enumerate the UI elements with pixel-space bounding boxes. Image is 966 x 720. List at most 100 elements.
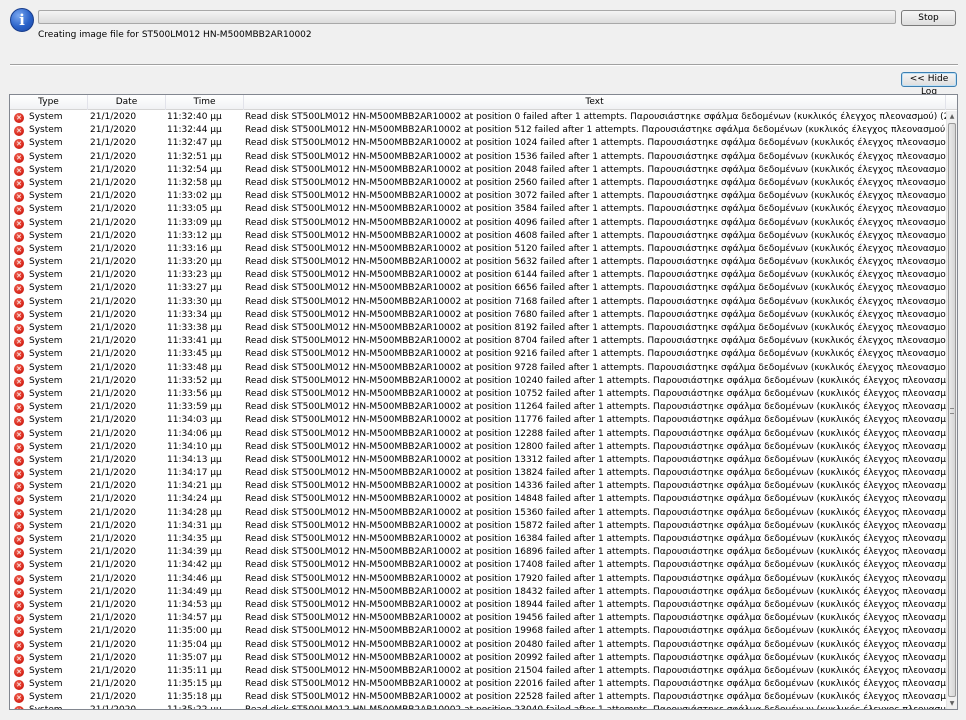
log-cell-text: Read disk ST500LM012 HN-M500MBB2AR10002 …	[245, 112, 946, 122]
error-icon: ✕	[14, 139, 24, 150]
log-row[interactable]: ✕ System 21/1/2020 11:33:20 μμ Read disk ST5…	[10, 256, 946, 269]
log-cell-date: 21/1/2020	[90, 270, 137, 281]
error-icon: ✕	[14, 363, 24, 374]
log-row[interactable]: ✕ System 21/1/2020 11:34:46 μμ Read disk ST5…	[10, 573, 946, 586]
log-cell-type: System	[29, 454, 63, 465]
error-icon: ✕	[14, 614, 24, 625]
log-row[interactable]: ✕ System 21/1/2020 11:34:57 μμ Read disk ST5…	[10, 612, 946, 625]
log-cell-time: 11:35:00 μμ	[167, 626, 222, 637]
log-row[interactable]: ✕ System 21/1/2020 11:32:54 μμ Read disk ST5…	[10, 164, 946, 177]
log-list[interactable]: Type Date Time Text ✕ System 21/1/2020 11:3…	[9, 94, 958, 710]
log-cell-type: System	[29, 626, 63, 637]
stop-button[interactable]: Stop	[901, 10, 956, 26]
log-row[interactable]: ✕ System 21/1/2020 11:33:05 μμ Read disk ST5…	[10, 203, 946, 216]
log-row[interactable]: ✕ System 21/1/2020 11:34:10 μμ Read disk ST5…	[10, 441, 946, 454]
log-row[interactable]: ✕ System 21/1/2020 11:35:22 μμ Read disk ST5…	[10, 704, 946, 709]
log-row[interactable]: ✕ System 21/1/2020 11:34:53 μμ Read disk ST5…	[10, 599, 946, 612]
error-icon: ✕	[14, 482, 24, 493]
log-cell-date: 21/1/2020	[90, 679, 137, 690]
log-cell-text: Read disk ST500LM012 HN-M500MBB2AR10002 …	[245, 415, 946, 426]
log-cell-time: 11:33:16 μμ	[167, 243, 222, 254]
log-row[interactable]: ✕ System 21/1/2020 11:33:56 μμ Read disk ST5…	[10, 388, 946, 401]
error-icon: ✕	[14, 416, 24, 427]
log-cell-date: 21/1/2020	[90, 112, 137, 122]
log-row[interactable]: ✕ System 21/1/2020 11:33:27 μμ Read disk ST5…	[10, 282, 946, 295]
log-cell-text: Read disk ST500LM012 HN-M500MBB2AR10002 …	[245, 204, 946, 215]
log-row[interactable]: ✕ System 21/1/2020 11:33:16 μμ Read disk ST5…	[10, 243, 946, 256]
column-header-text[interactable]: Text	[244, 95, 946, 110]
log-row[interactable]: ✕ System 21/1/2020 11:35:00 μμ Read disk ST5…	[10, 625, 946, 638]
log-row[interactable]: ✕ System 21/1/2020 11:35:04 μμ Read disk ST5…	[10, 639, 946, 652]
log-row[interactable]: ✕ System 21/1/2020 11:32:40 μμ Read disk ST5…	[10, 111, 946, 124]
log-cell-type: System	[29, 362, 63, 373]
log-row[interactable]: ✕ System 21/1/2020 11:33:23 μμ Read disk ST5…	[10, 269, 946, 282]
log-cell-type: System	[29, 520, 63, 531]
log-row[interactable]: ✕ System 21/1/2020 11:35:11 μμ Read disk ST5…	[10, 665, 946, 678]
log-row[interactable]: ✕ System 21/1/2020 11:34:13 μμ Read disk ST5…	[10, 454, 946, 467]
column-header-time[interactable]: Time	[166, 95, 244, 110]
log-cell-date: 21/1/2020	[90, 415, 137, 426]
log-row[interactable]: ✕ System 21/1/2020 11:33:02 μμ Read disk ST5…	[10, 190, 946, 203]
log-row[interactable]: ✕ System 21/1/2020 11:33:09 μμ Read disk ST5…	[10, 217, 946, 230]
log-row[interactable]: ✕ System 21/1/2020 11:33:59 μμ Read disk ST5…	[10, 401, 946, 414]
error-icon: ✕	[14, 535, 24, 545]
log-row[interactable]: ✕ System 21/1/2020 11:34:17 μμ Read disk ST5…	[10, 467, 946, 480]
log-cell-date: 21/1/2020	[90, 204, 137, 215]
log-row[interactable]: ✕ System 21/1/2020 11:33:30 μμ Read disk ST5…	[10, 296, 946, 309]
log-cell-text: Read disk ST500LM012 HN-M500MBB2AR10002 …	[245, 692, 946, 703]
log-row[interactable]: ✕ System 21/1/2020 11:34:31 μμ Read disk ST5…	[10, 520, 946, 533]
log-cell-time: 11:35:15 μμ	[167, 679, 222, 690]
log-row[interactable]: ✕ System 21/1/2020 11:34:39 μμ Read disk ST5…	[10, 546, 946, 559]
log-row[interactable]: ✕ System 21/1/2020 11:34:24 μμ Read disk ST5…	[10, 493, 946, 506]
log-row[interactable]: ✕ System 21/1/2020 11:33:41 μμ Read disk ST5…	[10, 335, 946, 348]
log-row[interactable]: ✕ System 21/1/2020 11:34:28 μμ Read disk ST5…	[10, 507, 946, 520]
log-row[interactable]: ✕ System 21/1/2020 11:32:47 μμ Read disk ST5…	[10, 137, 946, 150]
log-cell-text: Read disk ST500LM012 HN-M500MBB2AR10002 …	[245, 388, 946, 399]
log-cell-text: Read disk ST500LM012 HN-M500MBB2AR10002 …	[245, 323, 946, 333]
log-cell-text: Read disk ST500LM012 HN-M500MBB2AR10002 …	[245, 441, 946, 452]
log-row[interactable]: ✕ System 21/1/2020 11:33:48 μμ Read disk ST5…	[10, 362, 946, 375]
log-cell-type: System	[29, 534, 63, 544]
log-row[interactable]: ✕ System 21/1/2020 11:32:51 μμ Read disk ST5…	[10, 151, 946, 164]
scrollbar-thumb[interactable]	[948, 123, 956, 697]
column-header-date[interactable]: Date	[88, 95, 166, 110]
log-row[interactable]: ✕ System 21/1/2020 11:35:07 μμ Read disk ST5…	[10, 652, 946, 665]
log-row[interactable]: ✕ System 21/1/2020 11:32:44 μμ Read disk ST5…	[10, 124, 946, 137]
log-row[interactable]: ✕ System 21/1/2020 11:34:35 μμ Read disk ST5…	[10, 533, 946, 546]
column-header-type[interactable]: Type	[10, 95, 88, 110]
log-cell-date: 21/1/2020	[90, 573, 137, 584]
log-cell-date: 21/1/2020	[90, 507, 137, 518]
log-row[interactable]: ✕ System 21/1/2020 11:34:21 μμ Read disk ST5…	[10, 480, 946, 493]
log-row[interactable]: ✕ System 21/1/2020 11:33:45 μμ Read disk ST5…	[10, 348, 946, 361]
log-row[interactable]: ✕ System 21/1/2020 11:35:15 μμ Read disk ST5…	[10, 678, 946, 691]
log-row[interactable]: ✕ System 21/1/2020 11:33:34 μμ Read disk ST5…	[10, 309, 946, 322]
log-row[interactable]: ✕ System 21/1/2020 11:33:38 μμ Read disk ST5…	[10, 322, 946, 335]
log-cell-text: Read disk ST500LM012 HN-M500MBB2AR10002 …	[245, 362, 946, 373]
log-cell-date: 21/1/2020	[90, 362, 137, 373]
error-icon: ✕	[14, 324, 24, 334]
log-row[interactable]: ✕ System 21/1/2020 11:34:03 μμ Read disk ST5…	[10, 414, 946, 427]
log-cell-text: Read disk ST500LM012 HN-M500MBB2AR10002 …	[245, 679, 946, 690]
log-cell-type: System	[29, 613, 63, 624]
log-row[interactable]: ✕ System 21/1/2020 11:33:52 μμ Read disk ST5…	[10, 375, 946, 388]
log-row[interactable]: ✕ System 21/1/2020 11:34:42 μμ Read disk ST5…	[10, 559, 946, 572]
log-row[interactable]: ✕ System 21/1/2020 11:35:18 μμ Read disk ST5…	[10, 691, 946, 704]
vertical-scrollbar[interactable]: ▲ ▼	[946, 111, 957, 709]
scroll-up-arrow-icon[interactable]: ▲	[947, 111, 957, 122]
error-icon: ✕	[14, 350, 24, 361]
log-cell-type: System	[29, 494, 63, 505]
log-row[interactable]: ✕ System 21/1/2020 11:34:06 μμ Read disk ST5…	[10, 428, 946, 441]
log-cell-text: Read disk ST500LM012 HN-M500MBB2AR10002 …	[245, 151, 946, 162]
log-row[interactable]: ✕ System 21/1/2020 11:33:12 μμ Read disk ST5…	[10, 230, 946, 243]
error-icon: ✕	[14, 706, 24, 709]
log-cell-time: 11:34:17 μμ	[167, 468, 222, 479]
log-cell-time: 11:32:51 μμ	[167, 151, 222, 162]
scroll-down-arrow-icon[interactable]: ▼	[947, 698, 957, 709]
log-cell-date: 21/1/2020	[90, 494, 137, 505]
log-row[interactable]: ✕ System 21/1/2020 11:34:49 μμ Read disk ST5…	[10, 586, 946, 599]
log-row[interactable]: ✕ System 21/1/2020 11:32:58 μμ Read disk ST5…	[10, 177, 946, 190]
log-cell-type: System	[29, 441, 63, 452]
hide-log-button[interactable]: << Hide Log	[901, 72, 957, 97]
log-cell-date: 21/1/2020	[90, 151, 137, 162]
log-cell-date: 21/1/2020	[90, 665, 137, 676]
